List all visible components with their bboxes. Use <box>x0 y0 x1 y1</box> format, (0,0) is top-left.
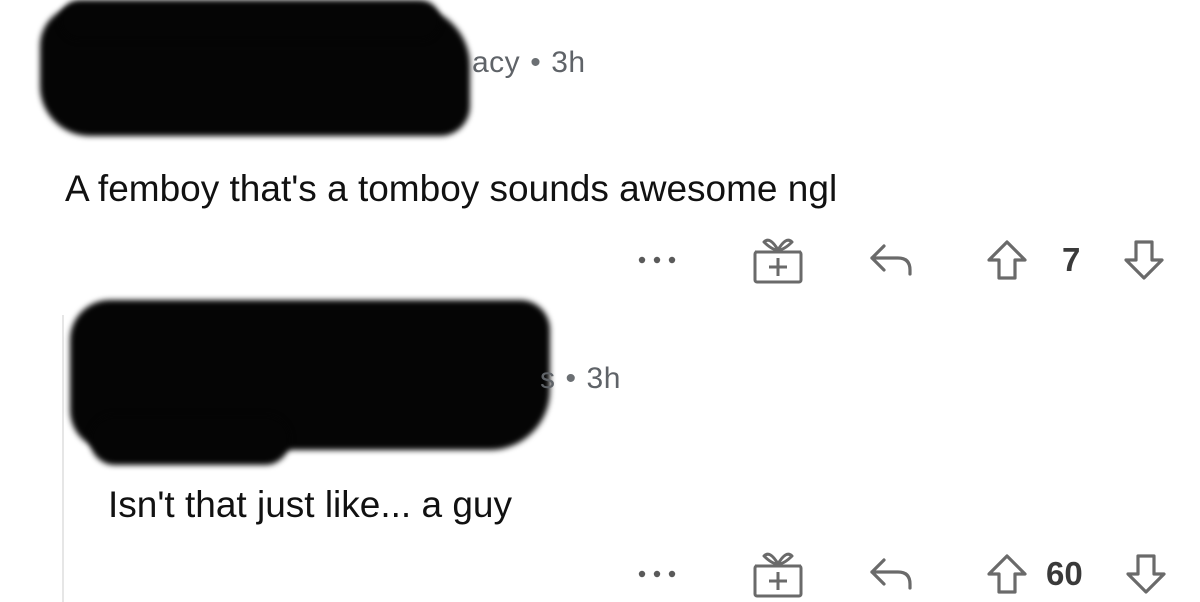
upvote-arrow-icon <box>987 554 1027 594</box>
reply-icon <box>870 558 912 590</box>
gift-award-icon <box>753 552 803 598</box>
vote-count: 60 <box>1046 546 1083 602</box>
username-fragment[interactable]: s <box>540 362 556 395</box>
username-fragment[interactable]: acy <box>472 46 520 79</box>
redacted-username-avatar <box>60 0 440 40</box>
gift-award-icon <box>753 238 803 284</box>
upvote-button[interactable] <box>985 546 1029 602</box>
comment-body: Isn't that just like... a guy <box>108 484 512 525</box>
upvote-arrow-icon <box>987 240 1027 280</box>
reply-button[interactable] <box>868 232 914 288</box>
upvote-button[interactable] <box>985 232 1029 288</box>
give-award-button[interactable] <box>750 546 806 602</box>
vote-count-value: 7 <box>1062 241 1081 278</box>
downvote-arrow-icon <box>1126 554 1166 594</box>
more-options-button[interactable] <box>636 546 680 602</box>
comment: acy • 3h A femboy that's a tomboy sounds a… <box>0 0 1200 300</box>
downvote-button[interactable] <box>1124 546 1168 602</box>
reply-button[interactable] <box>868 546 914 602</box>
comment-action-bar: 7 <box>0 232 1200 288</box>
comment-meta: acy • 3h <box>472 46 586 80</box>
more-options-button[interactable] <box>636 232 680 288</box>
comment-age: 3h <box>551 46 586 79</box>
give-award-button[interactable] <box>750 232 806 288</box>
reply-icon <box>870 244 912 276</box>
more-icon <box>638 256 676 264</box>
vote-count-value: 60 <box>1046 555 1083 592</box>
comment-age: 3h <box>586 362 621 395</box>
more-icon <box>638 570 676 578</box>
meta-separator: • <box>565 362 577 395</box>
downvote-arrow-icon <box>1124 240 1164 280</box>
comment-body: A femboy that's a tomboy sounds awesome … <box>65 168 838 209</box>
vote-count: 7 <box>1062 232 1080 288</box>
redacted-username-avatar <box>90 415 290 465</box>
reply-comment: s • 3h Isn't that just like... a guy 60 <box>0 300 1200 602</box>
comment-action-bar: 60 <box>0 546 1200 602</box>
comment-meta: s • 3h <box>540 362 621 396</box>
downvote-button[interactable] <box>1122 232 1166 288</box>
meta-separator: • <box>530 46 542 79</box>
